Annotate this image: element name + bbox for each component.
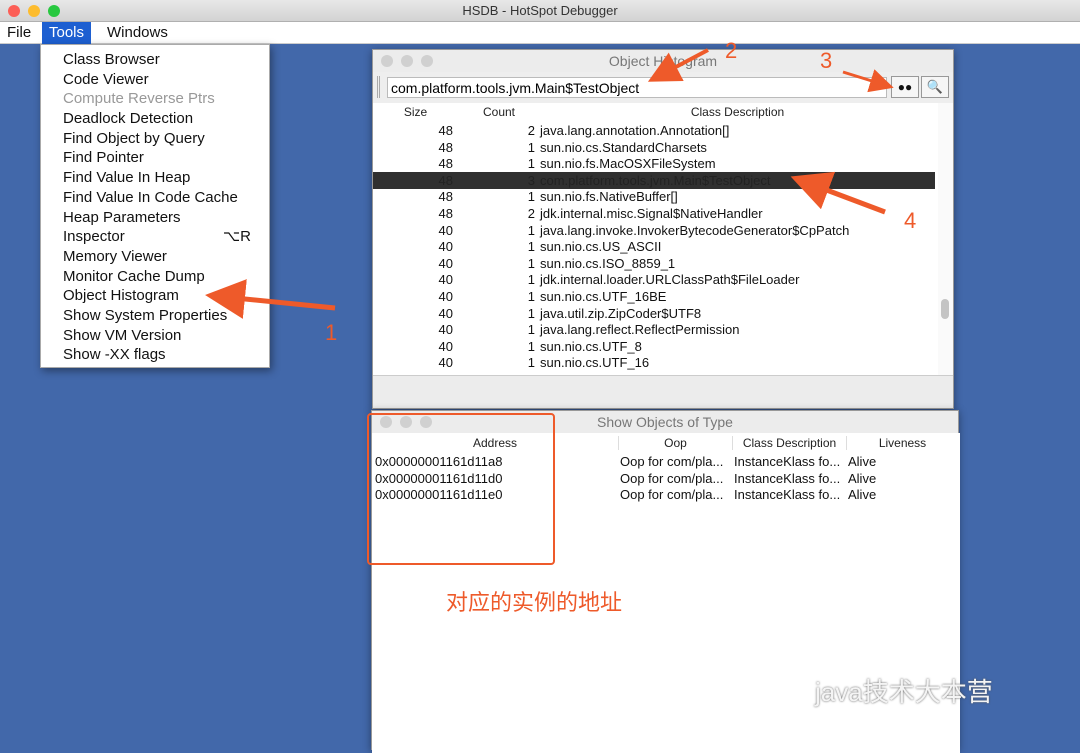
annotation-3: 3 xyxy=(820,48,833,73)
arrow-1 xyxy=(205,279,336,319)
annotation-2: 2 xyxy=(725,38,738,63)
address-highlight-box xyxy=(367,413,555,565)
arrow-2 xyxy=(647,48,709,82)
watermark: java技术大本营 xyxy=(815,677,993,707)
arrow-4 xyxy=(790,171,886,215)
arrow-3 xyxy=(842,69,894,93)
annotation-arrows xyxy=(205,48,894,565)
annotation-caption: 对应的实例的地址 xyxy=(446,590,623,615)
annotation-1: 1 xyxy=(325,320,338,345)
annotation-4: 4 xyxy=(904,208,917,233)
